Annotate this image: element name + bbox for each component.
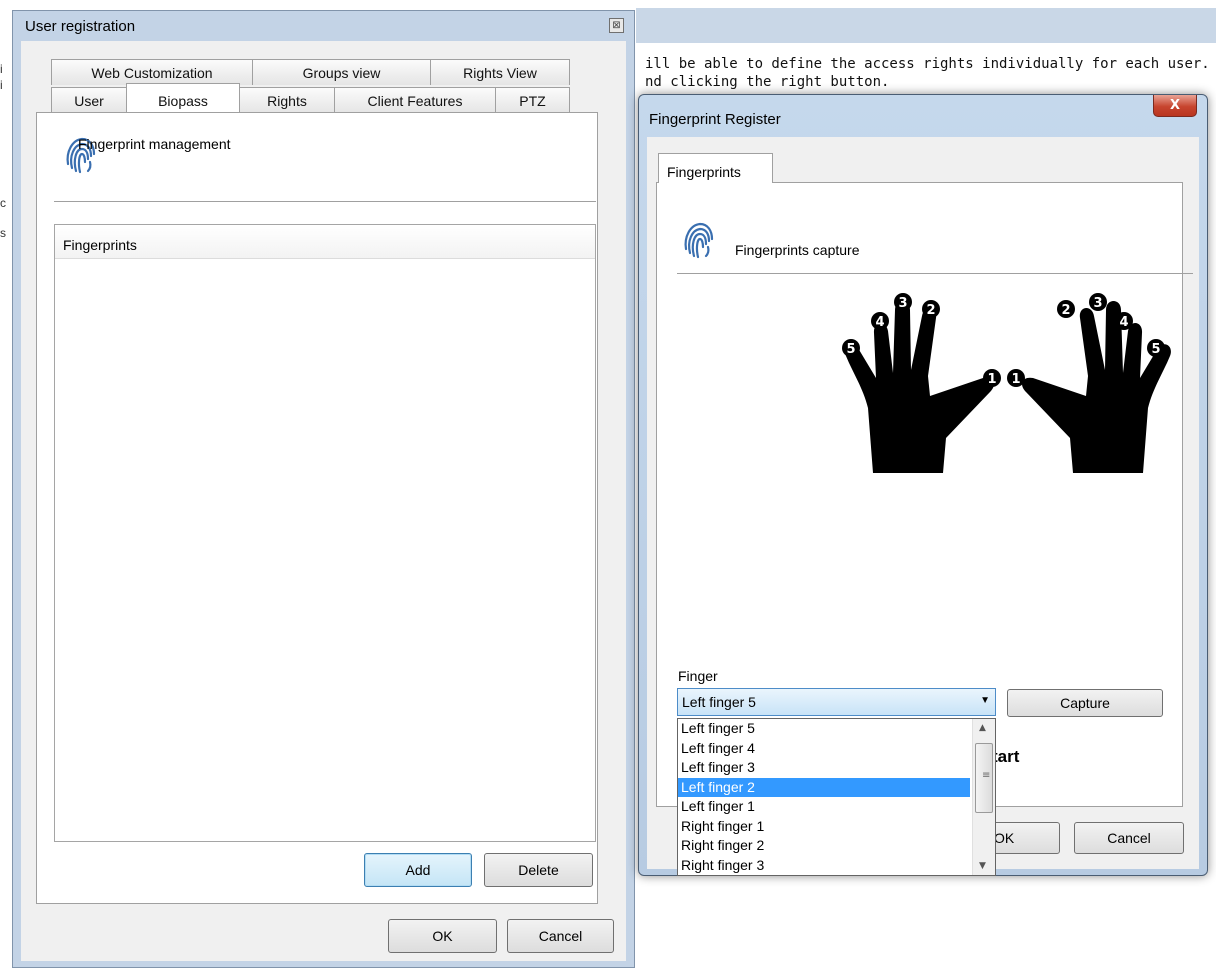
dropdown-option[interactable]: Right finger 3 [678,856,970,876]
divider [677,273,1193,274]
dropdown-option[interactable]: Left finger 5 [678,719,970,739]
grip-icon: ≡ [982,770,991,781]
dropdown-option[interactable]: Right finger 2 [678,836,970,856]
dropdown-option[interactable]: Left finger 3 [678,758,970,778]
finger-number-left-4: 4 [875,315,884,330]
scroll-up-arrow-icon[interactable]: ▲ [979,723,986,733]
tab-user[interactable]: User [51,87,127,113]
tab-rights[interactable]: Rights [239,87,335,113]
finger-select[interactable]: Left finger 5 ▼ [677,688,996,716]
ok-button[interactable]: OK [388,919,497,953]
section-title: Fingerprint management [78,136,231,152]
finger-number-left-5: 5 [846,342,855,357]
dropdown-option[interactable]: Right finger 1 [678,817,970,837]
tab-row-bottom: User Biopass Rights Client Features PTZ [51,83,570,113]
tab-web-customization[interactable]: Web Customization [51,59,253,85]
tab-client-features[interactable]: Client Features [334,87,496,113]
capture-button[interactable]: Capture [1007,689,1163,717]
hands-diagram: 5 4 3 2 1 1 2 3 4 5 [842,293,1171,473]
background-toolbar [636,8,1216,43]
finger-number-left-1: 1 [987,372,996,387]
dropdown-option-highlighted[interactable]: Left finger 2 [678,777,970,797]
close-button[interactable]: ⊠ [609,18,624,33]
background-edge-glyph: s [0,226,6,240]
background-document-text: ill be able to define the access rights … [645,55,1216,91]
background-text-line: ill be able to define the access rights … [645,56,1216,72]
tab-ptz[interactable]: PTZ [495,87,570,113]
delete-button[interactable]: Delete [484,853,593,887]
background-edge-glyph: c [0,196,6,210]
tab-biopass[interactable]: Biopass [126,83,240,113]
cancel-button[interactable]: Cancel [1074,822,1184,854]
finger-number-right-3: 3 [1093,296,1102,311]
dropdown-option[interactable]: Left finger 1 [678,797,970,817]
ok-button[interactable]: OK [985,822,1060,854]
section-title: Fingerprints capture [735,242,860,258]
list-header[interactable]: Fingerprints [55,225,595,259]
left-hand-shape [845,301,994,473]
window-title: User registration [25,18,136,35]
finger-number-left-3: 3 [898,296,907,311]
add-button[interactable]: Add [364,853,472,887]
right-hand-shape [1022,301,1171,473]
background-edge-glyph: i [0,62,3,76]
tab-rights-view[interactable]: Rights View [430,59,570,85]
cancel-button[interactable]: Cancel [507,919,614,953]
fingerprint-icon [684,222,714,259]
scrollbar-thumb[interactable]: ≡ [975,743,993,813]
finger-number-right-1: 1 [1011,372,1020,387]
window-title[interactable]: Fingerprint Register [649,111,781,128]
divider [54,201,596,202]
close-button[interactable]: X [1153,95,1197,117]
title-bar[interactable]: User registration ⊠ [13,11,634,41]
finger-number-right-2: 2 [1061,303,1070,318]
tab-fingerprints[interactable]: Fingerprints [658,153,773,183]
finger-select-value: Left finger 5 [682,694,756,710]
dropdown-option[interactable]: Left finger 4 [678,739,970,759]
finger-number-left-2: 2 [926,303,935,318]
finger-number-right-5: 5 [1151,342,1160,357]
background-edge-glyph: i [0,78,3,92]
finger-label: Finger [678,668,718,684]
tab-groups-view[interactable]: Groups view [252,59,431,85]
scroll-down-arrow-icon[interactable]: ▼ [979,861,986,871]
fingerprints-list[interactable]: Fingerprints [54,224,596,842]
tab-row-top: Web Customization Groups view Rights Vie… [51,59,570,85]
dropdown-arrow-icon[interactable]: ▼ [980,695,990,706]
finger-dropdown-list[interactable]: Left finger 5 Left finger 4 Left finger … [677,718,996,876]
background-text-line: nd clicking the right button. [645,74,890,90]
scrollbar[interactable]: ▲ ≡ ▼ [972,719,995,875]
partial-label: tart [992,747,1020,766]
finger-number-right-4: 4 [1119,315,1128,330]
